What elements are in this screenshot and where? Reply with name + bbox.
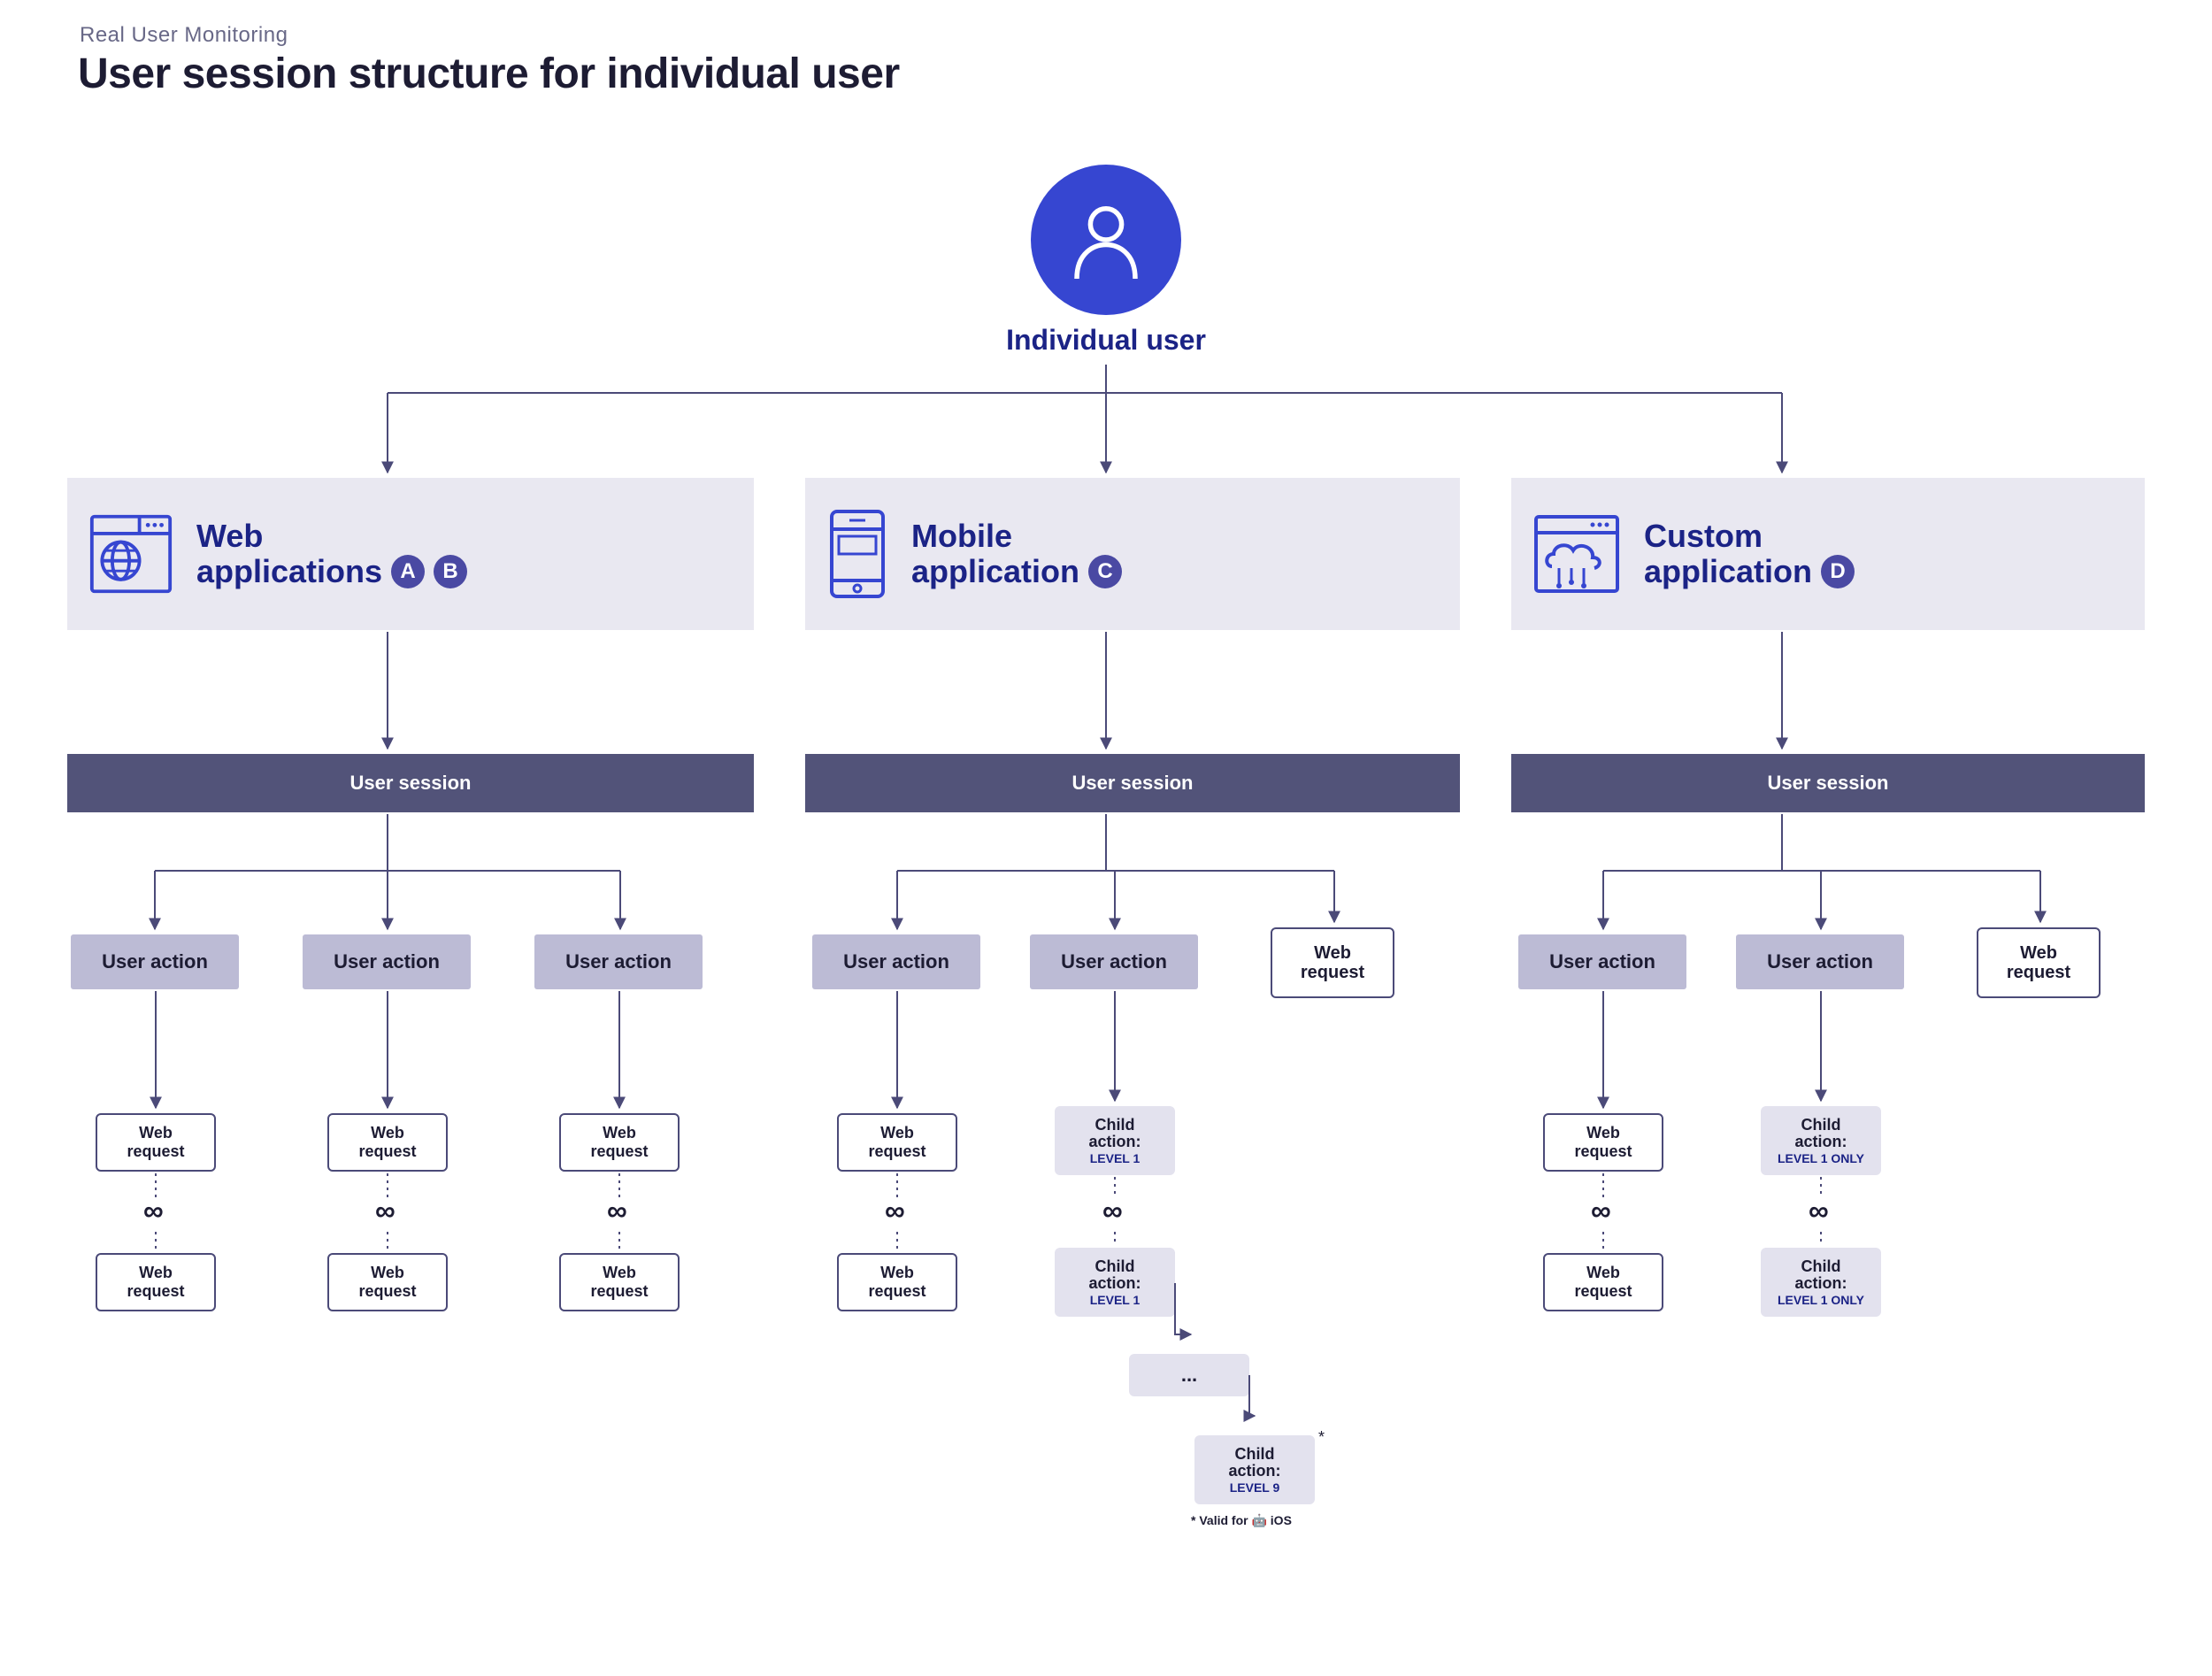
infinity-icon: ∞ [1102, 1195, 1123, 1227]
user-label: Individual user [973, 324, 1239, 357]
app-custom-line2: application [1644, 554, 1812, 589]
cloud-custom-icon [1532, 511, 1621, 596]
child-action-label: Childaction: [1088, 1258, 1141, 1292]
child-action-level: LEVEL 1 [1090, 1294, 1141, 1307]
web-req-w2b: Webrequest [327, 1253, 448, 1311]
infinity-icon: ∞ [885, 1195, 905, 1227]
child-action-label: Childaction: [1228, 1446, 1280, 1480]
child-action-level: LEVEL 1 ONLY [1778, 1152, 1864, 1165]
web-req-w2a: Webrequest [327, 1113, 448, 1172]
user-action-custom-1: User action [1518, 934, 1686, 989]
web-req-w1b: Webrequest [96, 1253, 216, 1311]
user-action-web-3: User action [534, 934, 703, 989]
user-action-mobile-2: User action [1030, 934, 1198, 989]
child-action-m-1: Childaction: LEVEL 1 [1055, 1106, 1175, 1175]
infinity-icon: ∞ [143, 1195, 164, 1227]
eyebrow-heading: Real User Monitoring [80, 23, 288, 48]
user-icon [1057, 191, 1155, 288]
infinity-icon: ∞ [375, 1195, 396, 1227]
session-custom: User session [1511, 754, 2145, 812]
app-web-line2: applications [196, 554, 382, 589]
badge-c: C [1088, 555, 1122, 588]
app-custom-box: Custom application D [1511, 478, 2145, 630]
valid-note-text: * Valid for [1191, 1513, 1248, 1527]
child-action-label: Childaction: [1794, 1117, 1847, 1150]
web-req-m1b: Webrequest [837, 1253, 957, 1311]
app-web-box: Web applications A B [67, 478, 754, 630]
valid-platform-note: * Valid for 🤖 iOS [1191, 1513, 1292, 1528]
web-req-m1a: Webrequest [837, 1113, 957, 1172]
child-action-label: Childaction: [1088, 1117, 1141, 1150]
infinity-icon: ∞ [607, 1195, 627, 1227]
app-web-line1: Web [196, 519, 263, 554]
child-action-m-2: Childaction: LEVEL 1 [1055, 1248, 1175, 1317]
child-action-ellipsis: ... [1129, 1354, 1249, 1396]
child-action-m-l9: Childaction: LEVEL 9 [1194, 1435, 1315, 1504]
web-req-c1b: Webrequest [1543, 1253, 1663, 1311]
web-req-w3a: Webrequest [559, 1113, 680, 1172]
child-action-label: Childaction: [1794, 1258, 1847, 1292]
browser-globe-icon [88, 511, 173, 596]
badge-b: B [434, 555, 467, 588]
user-avatar-circle [1031, 165, 1181, 315]
child-action-level: LEVEL 9 [1230, 1481, 1280, 1495]
web-req-c1a: Webrequest [1543, 1113, 1663, 1172]
session-web: User session [67, 754, 754, 812]
mobile-phone-icon [826, 508, 888, 600]
web-req-w1a: Webrequest [96, 1113, 216, 1172]
web-req-w3b: Webrequest [559, 1253, 680, 1311]
badge-a: A [391, 555, 425, 588]
infinity-icon: ∞ [1809, 1195, 1829, 1227]
user-action-custom-2: User action [1736, 934, 1904, 989]
child-action-level: LEVEL 1 ONLY [1778, 1294, 1864, 1307]
app-mobile-line1: Mobile [911, 519, 1012, 554]
child-action-c-1: Childaction: LEVEL 1 ONLY [1761, 1106, 1881, 1175]
web-request-mobile-top: Webrequest [1271, 927, 1394, 998]
app-mobile-box: Mobile application C [805, 478, 1460, 630]
badge-d: D [1821, 555, 1855, 588]
web-request-custom-top: Webrequest [1977, 927, 2101, 998]
child-action-level: LEVEL 1 [1090, 1152, 1141, 1165]
valid-platforms: 🤖 iOS [1251, 1513, 1291, 1527]
user-action-web-2: User action [303, 934, 471, 989]
user-action-web-1: User action [71, 934, 239, 989]
ellipsis-label: ... [1181, 1365, 1197, 1385]
app-mobile-line2: application [911, 554, 1079, 589]
child-action-c-2: Childaction: LEVEL 1 ONLY [1761, 1248, 1881, 1317]
page-title: User session structure for individual us… [78, 50, 900, 98]
session-mobile: User session [805, 754, 1460, 812]
user-action-mobile-1: User action [812, 934, 980, 989]
app-custom-line1: Custom [1644, 519, 1763, 554]
infinity-icon: ∞ [1591, 1195, 1611, 1227]
asterisk-note: * [1318, 1428, 1325, 1447]
